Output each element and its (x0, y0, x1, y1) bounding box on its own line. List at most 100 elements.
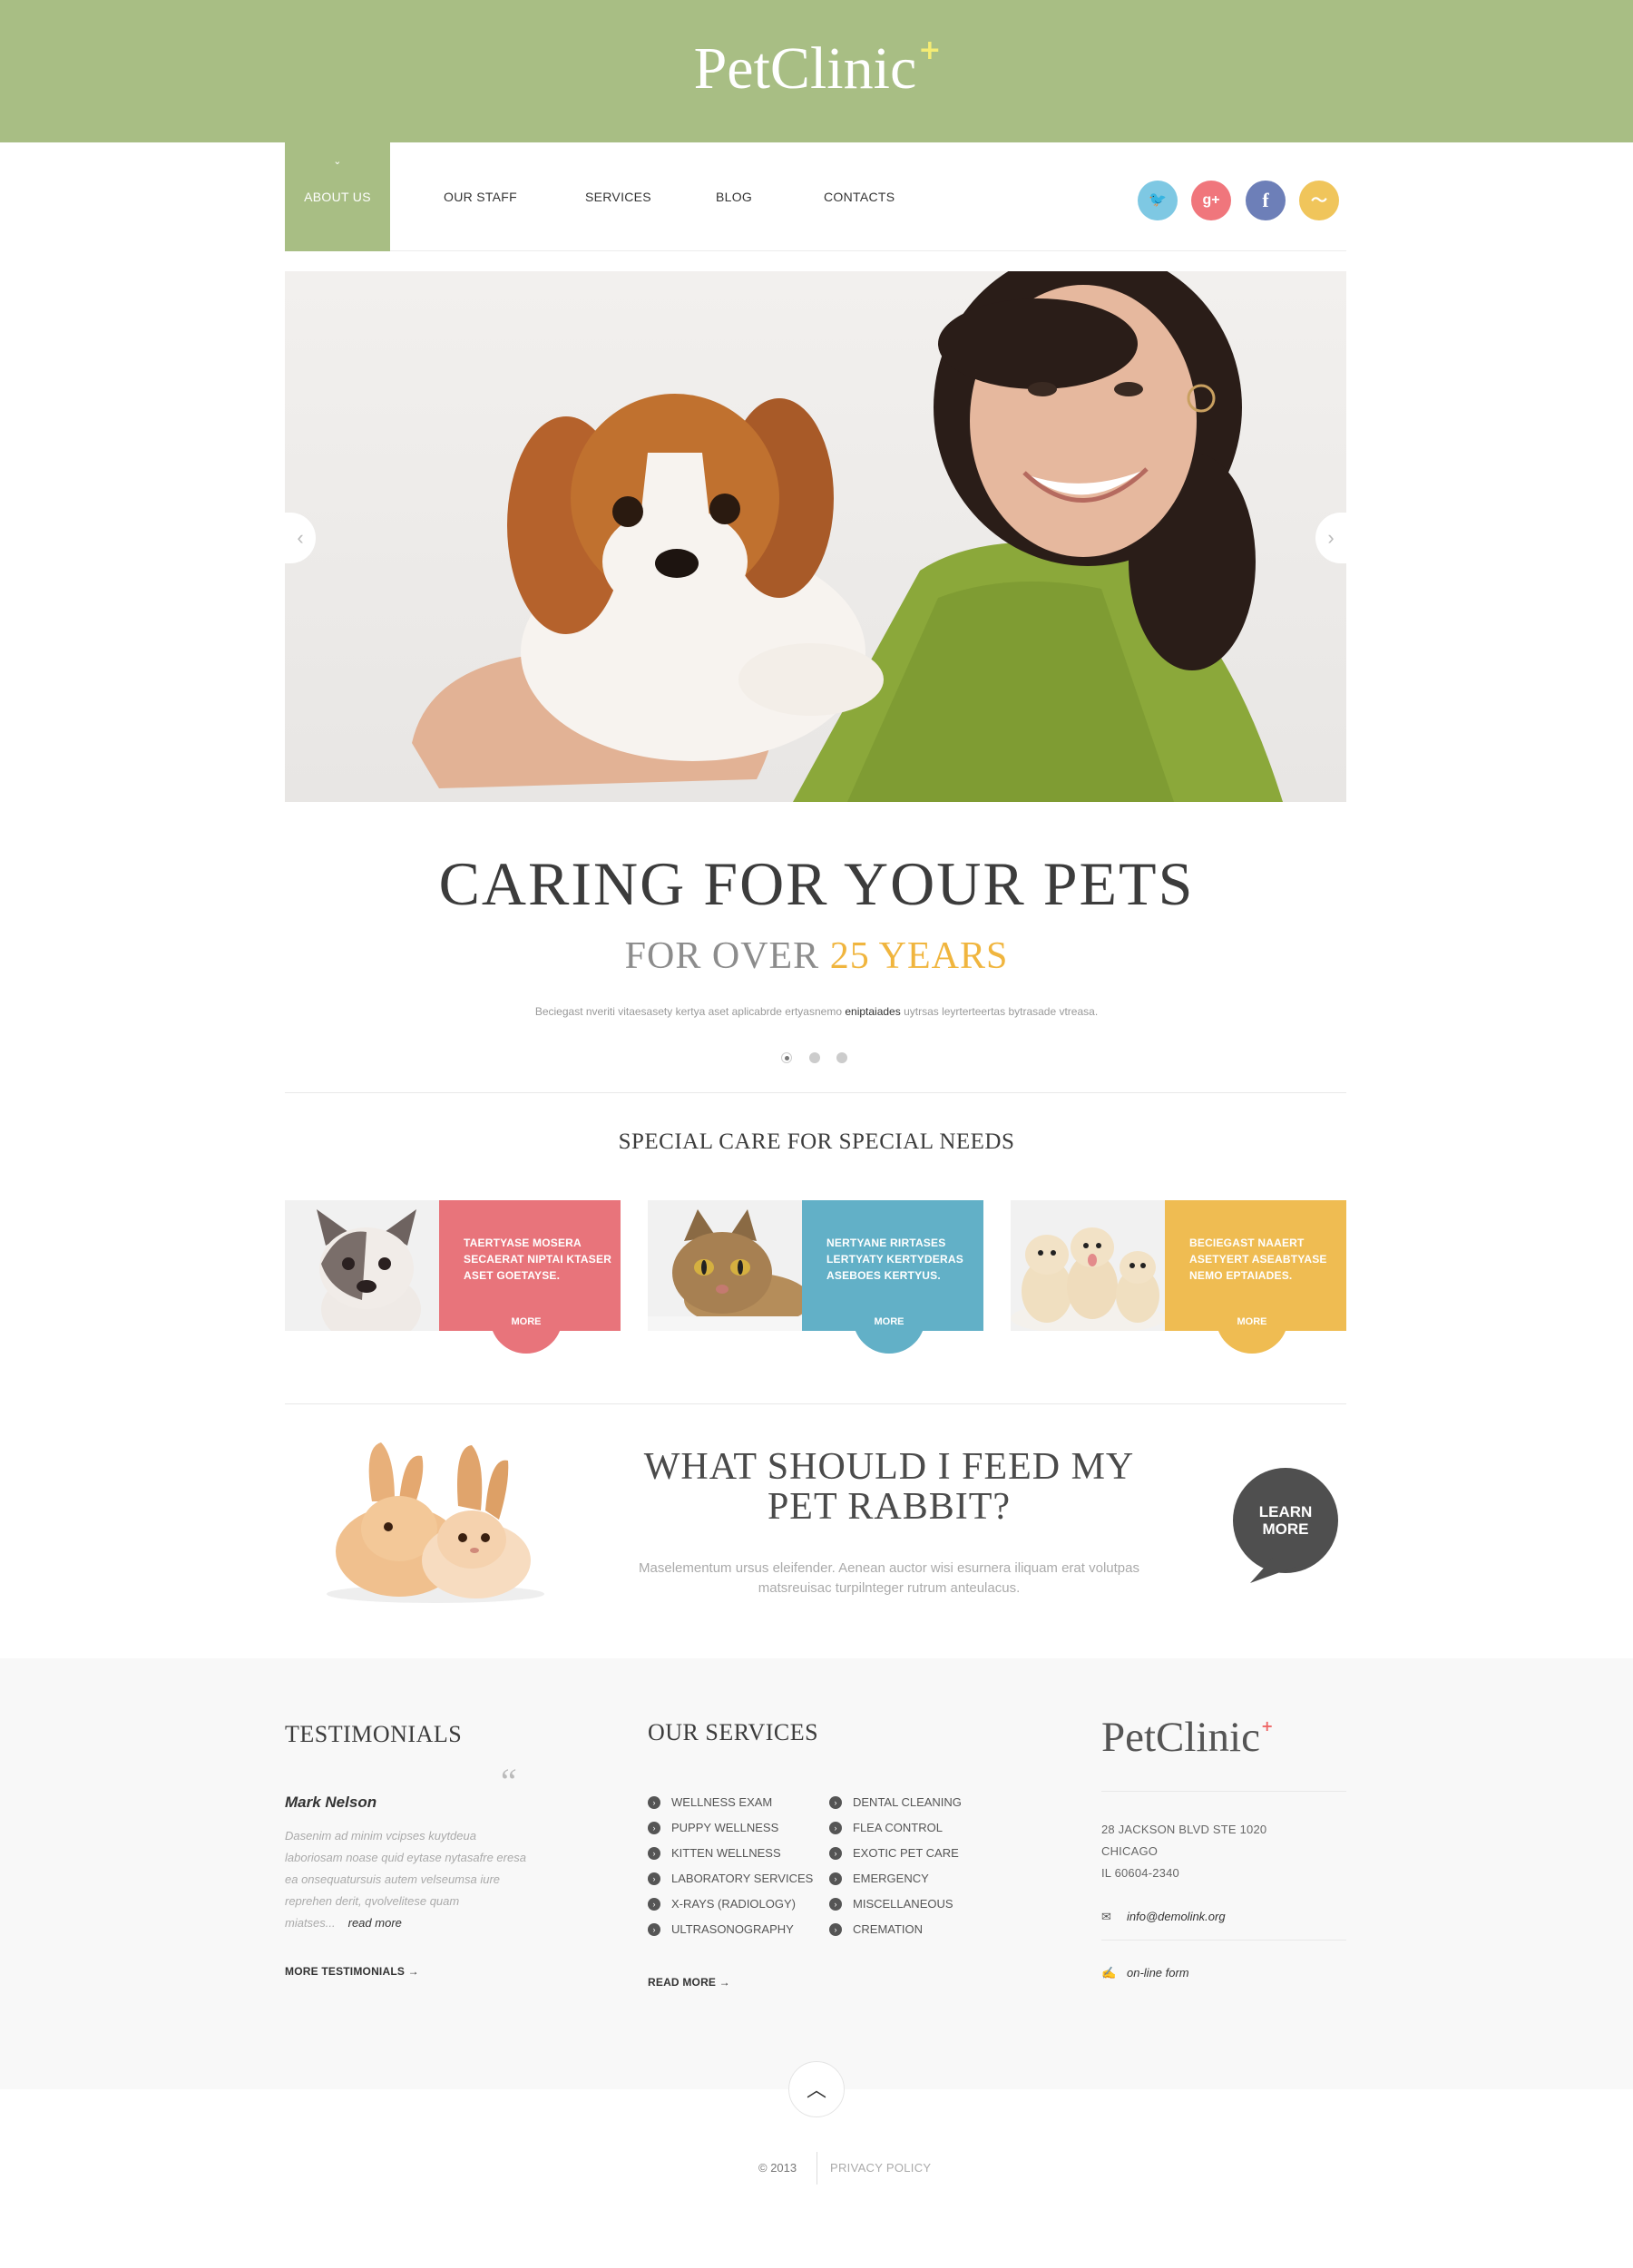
online-form-link: on-line form (1127, 1966, 1189, 1980)
footer-logo[interactable]: PetClinic+ (1101, 1713, 1274, 1762)
special-card-more-button[interactable]: MORE (490, 1311, 562, 1354)
service-item[interactable]: › EMERGENCY (829, 1872, 929, 1886)
logo-text: PetClinic (693, 35, 917, 102)
rabbits-illustration (327, 1442, 544, 1603)
hero-text-bold: eniptaiades (845, 1005, 901, 1018)
hero-text-part: Beciegast nveriti vitaesasety kertya ase… (534, 1005, 846, 1018)
puppies-photo (1011, 1200, 1165, 1334)
cat-photo (648, 1200, 811, 1331)
caret-down-icon: ⌄ (333, 156, 342, 167)
bullet-arrow-icon: › (648, 1846, 660, 1860)
hero-subtitle: FOR OVER 25 YEARS (0, 934, 1633, 978)
hero-title: CARING FOR YOUR PETS (438, 849, 1195, 918)
learn-more-line: MORE (1262, 1520, 1309, 1538)
service-item[interactable]: › FLEA CONTROL (829, 1821, 943, 1835)
nav-item-contacts[interactable]: CONTACTS (824, 142, 895, 251)
service-label: ULTRASONOGRAPHY (671, 1922, 794, 1936)
special-care-title: SPECIAL CARE FOR SPECIAL NEEDS (618, 1129, 1015, 1154)
hero-text-part: uytrsas leyrterteertas bytrasade vtreasa… (900, 1005, 1099, 1018)
nav-item-about-us[interactable]: ⌄ ABOUT US (285, 142, 390, 251)
site-header: PetClinic+ (0, 0, 1633, 142)
special-card-more-button[interactable]: MORE (853, 1311, 925, 1354)
special-card-text: BECIEGAST NAAERT ASETYERT ASEABTYASE NEM… (1189, 1237, 1327, 1282)
service-item[interactable]: › ULTRASONOGRAPHY (648, 1922, 794, 1937)
testimonials-title: TESTIMONIALS (285, 1721, 463, 1747)
footer-separator (816, 2152, 817, 2185)
nav-item-our-staff[interactable]: OUR STAFF (444, 142, 517, 251)
puppies-illustration (1011, 1227, 1165, 1334)
learn-more-line: LEARN (1258, 1503, 1313, 1520)
service-label: LABORATORY SERVICES (671, 1872, 814, 1885)
bullet-arrow-icon: › (648, 1897, 660, 1911)
service-item[interactable]: › EXOTIC PET CARE (829, 1846, 959, 1861)
service-item[interactable]: › MISCELLANEOUS (829, 1897, 953, 1911)
testimonial-read-more-link[interactable]: read more (348, 1916, 402, 1930)
bullet-arrow-icon: › (648, 1922, 660, 1936)
services-read-more-link[interactable]: READ MORE → (648, 1976, 730, 1989)
feed-section-title: WHAT SHOULD I FEED MY PET RABBIT? (581, 1447, 1198, 1527)
service-item[interactable]: › CREMATION (829, 1922, 923, 1937)
logo-plus-icon: + (918, 34, 942, 66)
twitter-icon[interactable]: 🐦 (1138, 181, 1178, 220)
site-logo[interactable]: PetClinic+ (0, 34, 1633, 103)
nav-item-blog[interactable]: BLOG (716, 142, 752, 251)
feed-title-line: PET RABBIT? (767, 1486, 1012, 1528)
hero-subtitle-prefix: FOR OVER (624, 935, 830, 977)
slider-dot-2[interactable] (809, 1052, 820, 1063)
privacy-policy-link[interactable]: PRIVACY POLICY (830, 2161, 931, 2175)
bullet-arrow-icon: › (829, 1795, 842, 1809)
google-plus-icon[interactable]: g+ (1191, 181, 1231, 220)
contact-email[interactable]: ✉ info@demolink.org (1101, 1910, 1226, 1924)
footer-logo-plus-icon: + (1260, 1717, 1274, 1735)
testimonial-author: Mark Nelson (285, 1794, 377, 1811)
address-line: CHICAGO (1101, 1844, 1159, 1858)
service-item[interactable]: › KITTEN WELLNESS (648, 1846, 781, 1861)
hero-subtitle-highlight: 25 YEARS (829, 935, 1009, 977)
scroll-to-top-button[interactable]: ︿ (788, 2061, 845, 2117)
learn-more-button[interactable]: LEARN MORE (1232, 1467, 1339, 1583)
bullet-arrow-icon: › (648, 1872, 660, 1885)
feed-title-line: WHAT SHOULD I FEED MY (643, 1446, 1135, 1488)
service-item[interactable]: › PUPPY WELLNESS (648, 1821, 778, 1835)
contact-divider (1101, 1791, 1346, 1792)
contact-divider (1101, 1940, 1346, 1941)
slider-dot-1[interactable] (781, 1052, 792, 1063)
woman-with-dog-illustration (412, 271, 1283, 802)
footer-logo-text: PetClinic (1101, 1714, 1260, 1761)
cat-illustration (648, 1209, 811, 1331)
copyright-text: © 2013 (758, 2161, 797, 2175)
quote-icon: “ (497, 1761, 518, 1802)
service-item[interactable]: › X-RAYS (RADIOLOGY) (648, 1897, 796, 1911)
hero-description: Beciegast nveriti vitaesasety kertya ase… (0, 1005, 1633, 1018)
service-label: EXOTIC PET CARE (853, 1846, 959, 1860)
special-card-text: TAERTYASE MOSERA SECAERAT NIPTAI KTASER … (464, 1237, 612, 1282)
facebook-icon[interactable]: f (1246, 181, 1286, 220)
service-label: X-RAYS (RADIOLOGY) (671, 1897, 797, 1911)
feed-section-text: Maselementum ursus eleifender. Aenean au… (581, 1559, 1198, 1598)
bullet-arrow-icon: › (648, 1795, 660, 1809)
special-card-more-button[interactable]: MORE (1216, 1311, 1288, 1354)
special-card-puppies: BECIEGAST NAAERT ASETYERT ASEABTYASE NEM… (1011, 1200, 1346, 1354)
service-item[interactable]: › LABORATORY SERVICES (648, 1872, 813, 1886)
slider-dot-3[interactable] (836, 1052, 847, 1063)
form-icon: ✍ (1101, 1966, 1117, 1980)
testimonial-text: Dasenim ad minim vcipses kuytdeua labori… (285, 1825, 532, 1934)
service-item[interactable]: › WELLNESS EXAM (648, 1795, 772, 1810)
main-nav: ⌄ ABOUT US OUR STAFF SERVICES BLOG CONTA… (285, 142, 1346, 251)
section-divider (285, 1403, 1346, 1404)
service-label: PUPPY WELLNESS (671, 1821, 779, 1834)
more-testimonials-link[interactable]: MORE TESTIMONIALS → (285, 1965, 419, 1978)
rss-icon[interactable]: 〜 (1299, 181, 1339, 220)
bullet-arrow-icon: › (829, 1897, 842, 1911)
contact-online-form[interactable]: ✍ on-line form (1101, 1966, 1189, 1980)
service-item[interactable]: › DENTAL CLEANING (829, 1795, 962, 1810)
service-label: DENTAL CLEANING (853, 1795, 962, 1809)
address-line: IL 60604-2340 (1101, 1866, 1179, 1880)
service-label: EMERGENCY (853, 1872, 929, 1885)
service-label: CREMATION (853, 1922, 924, 1936)
learn-more-label: LEARN MORE (1232, 1503, 1339, 1538)
email-link: info@demolink.org (1127, 1910, 1226, 1923)
nav-item-services[interactable]: SERVICES (585, 142, 651, 251)
our-services-title: OUR SERVICES (648, 1719, 819, 1745)
service-label: FLEA CONTROL (853, 1821, 943, 1834)
